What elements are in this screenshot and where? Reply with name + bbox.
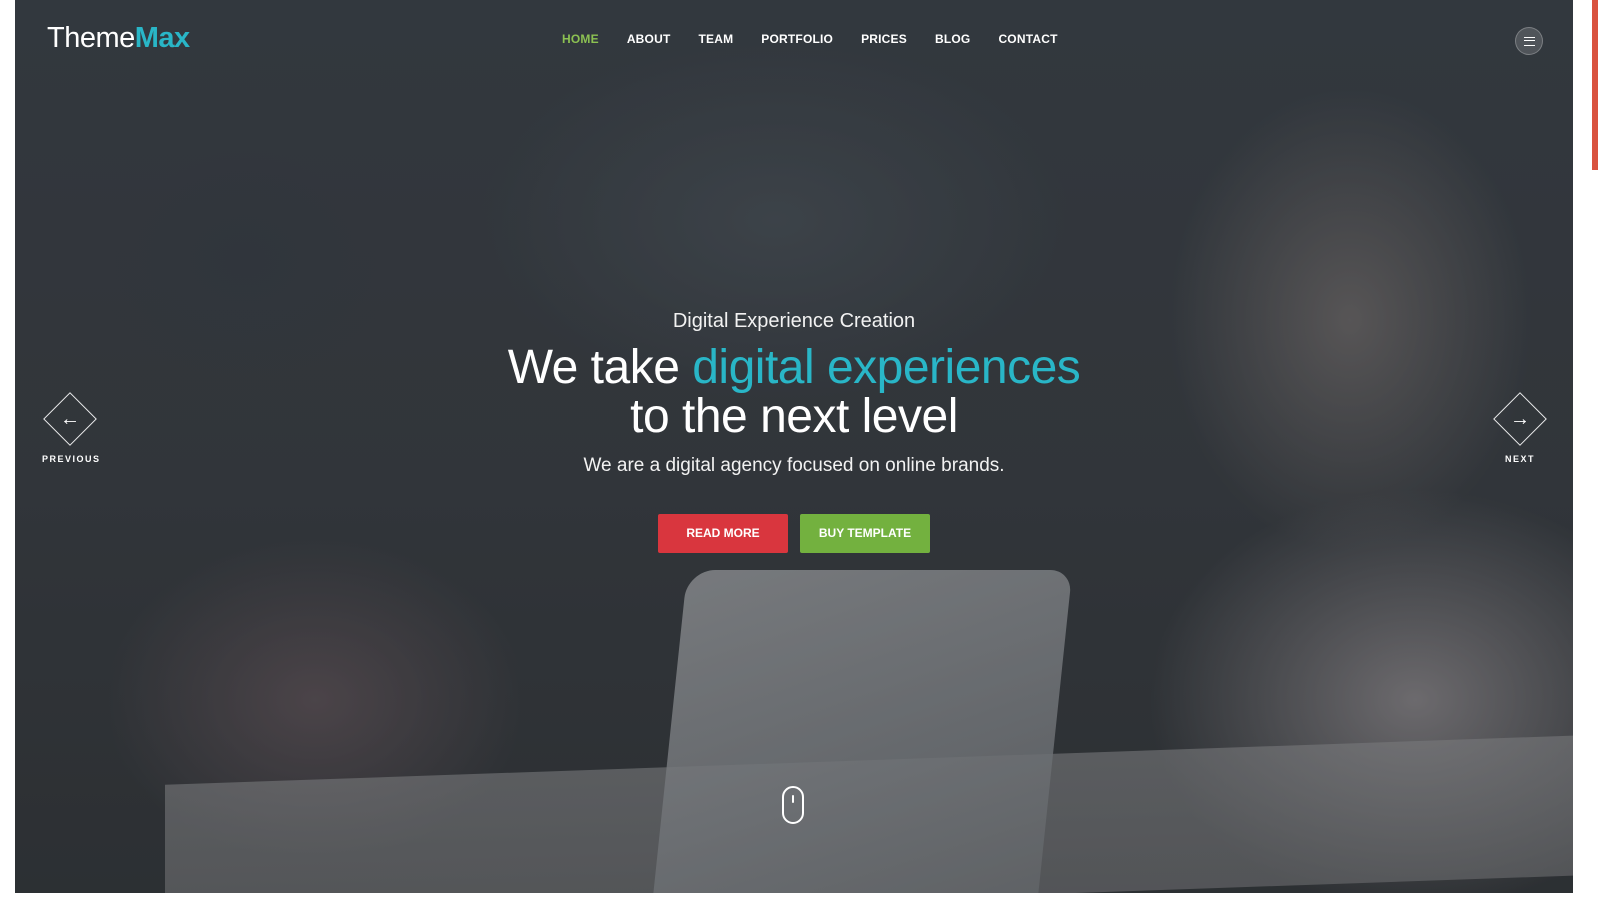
slider-prev-label: PREVIOUS	[42, 454, 101, 464]
nav-item-blog[interactable]: BLOG	[935, 32, 970, 46]
nav-item-contact[interactable]: CONTACT	[998, 32, 1057, 46]
page-scrollbar[interactable]	[1573, 0, 1600, 900]
buy-template-button[interactable]: BUY TEMPLATE	[800, 514, 930, 553]
hamburger-icon	[1523, 36, 1535, 46]
arrow-left-icon: ←	[43, 392, 97, 446]
headline-part1: We take	[507, 341, 693, 394]
read-more-button[interactable]: READ MORE	[658, 514, 788, 553]
site-logo[interactable]: ThemeMax	[47, 22, 190, 55]
nav-item-about[interactable]: ABOUT	[627, 32, 671, 46]
hero-overlay	[15, 0, 1573, 893]
logo-text-max: Max	[134, 22, 190, 54]
slider-next[interactable]: → NEXT	[1492, 392, 1548, 464]
menu-button[interactable]	[1515, 27, 1543, 55]
nav-item-prices[interactable]: PRICES	[861, 32, 907, 46]
headline-part2: to the next level	[630, 390, 958, 443]
nav-item-team[interactable]: TEAM	[698, 32, 733, 46]
logo-text-theme: Theme	[47, 22, 135, 54]
nav-item-home[interactable]: HOME	[562, 32, 599, 46]
scrollbar-thumb[interactable]	[1592, 0, 1598, 170]
hero-background	[15, 0, 1573, 893]
arrow-right-icon: →	[1493, 392, 1547, 446]
nav-item-portfolio[interactable]: PORTFOLIO	[761, 32, 833, 46]
main-nav: HOME ABOUT TEAM PORTFOLIO PRICES BLOG CO…	[562, 32, 1058, 46]
headline-highlight: digital experiences	[692, 341, 1081, 394]
hero-kicker: Digital Experience Creation	[672, 310, 916, 332]
hero-headline: We take digital experiences to the next …	[15, 343, 1573, 441]
slider-prev[interactable]: ← PREVIOUS	[42, 392, 101, 464]
mouse-scroll-icon[interactable]	[782, 786, 804, 824]
slider-next-label: NEXT	[1504, 454, 1535, 464]
hero-subtitle: We are a digital agency focused on onlin…	[583, 455, 1005, 476]
